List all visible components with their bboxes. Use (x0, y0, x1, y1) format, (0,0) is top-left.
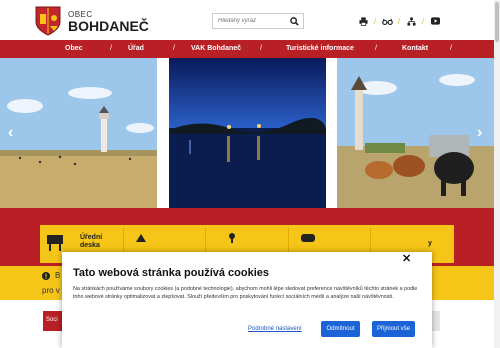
glasses-icon[interactable] (380, 14, 394, 28)
nav-separator: / (173, 45, 175, 52)
tile-icon-3[interactable] (228, 233, 236, 243)
nav-item-obec[interactable]: Obec (65, 40, 83, 58)
nav-item-vak-bohdanec[interactable]: VAK Bohdaneč (191, 40, 241, 58)
info-icon (42, 272, 50, 280)
tile-label-line-1: Úřední (80, 234, 103, 241)
header-tools: / / / (356, 14, 442, 28)
arrow-right-icon[interactable]: › (477, 124, 482, 142)
crest-logo-icon[interactable] (35, 6, 61, 36)
sitemap-icon[interactable] (404, 14, 418, 28)
cookie-dialog-title: Tato webová stránka používá cookies (73, 267, 270, 279)
tool-separator: / (397, 16, 401, 26)
arrow-left-icon[interactable]: ‹ (8, 124, 13, 142)
nav-separator: / (375, 45, 377, 52)
search-box (212, 13, 304, 29)
tile-icon-4[interactable] (301, 234, 315, 242)
nav-item-turisticke-informace[interactable]: Turistické informace (286, 40, 354, 58)
tile-icon-2[interactable] (136, 234, 146, 242)
slide-photo-highland-cattle (337, 58, 494, 208)
print-icon[interactable] (356, 14, 370, 28)
nav-item-urad[interactable]: Úřad (128, 40, 144, 58)
tool-separator: / (373, 16, 377, 26)
slide-photo-lookout-tower-field (0, 58, 157, 208)
tile-uredni-deska[interactable]: Úřední deska (80, 234, 102, 250)
close-icon[interactable]: ✕ (402, 252, 411, 265)
notice-text: pro v (42, 286, 60, 295)
nav-separator: / (260, 45, 262, 52)
scrollbar-thumb[interactable] (495, 2, 499, 42)
notice-prefix: B (55, 271, 61, 280)
photo-slider: ‹ › (0, 58, 494, 208)
cookie-accept-all-button[interactable]: Přijmout vše (372, 321, 415, 337)
notice-board-icon (47, 235, 63, 251)
nav-separator: / (110, 45, 112, 52)
scrollbar[interactable] (494, 0, 500, 348)
content-right-block (432, 311, 440, 331)
page: OBEC BOHDANEČ / / / (0, 0, 500, 348)
cookie-reject-button[interactable]: Odmítnout (321, 321, 360, 337)
tool-separator: / (421, 16, 425, 26)
logo-big-text[interactable]: BOHDANEČ (68, 18, 149, 34)
youtube-icon[interactable] (428, 14, 442, 28)
site-header: OBEC BOHDANEČ / / / (0, 0, 500, 40)
main-navigation: Obec / Úřad / VAK Bohdaneč / Turistické … (0, 40, 500, 58)
search-input[interactable] (213, 14, 287, 28)
tile-label-line-2: deska (80, 242, 100, 249)
nav-separator: / (450, 45, 452, 52)
search-icon[interactable] (287, 14, 301, 28)
cookie-consent-dialog: Tato webová stránka používá cookies ✕ Na… (62, 252, 432, 348)
slide-photo-night-lake (169, 58, 326, 208)
tile-last-label[interactable]: y (428, 240, 432, 247)
cookie-settings-link[interactable]: Podrobné nastavení (248, 326, 302, 332)
cookie-dialog-text: Na stránkách používáme soubory cookies (… (73, 286, 418, 300)
nav-item-kontakt[interactable]: Kontakt (402, 40, 428, 58)
